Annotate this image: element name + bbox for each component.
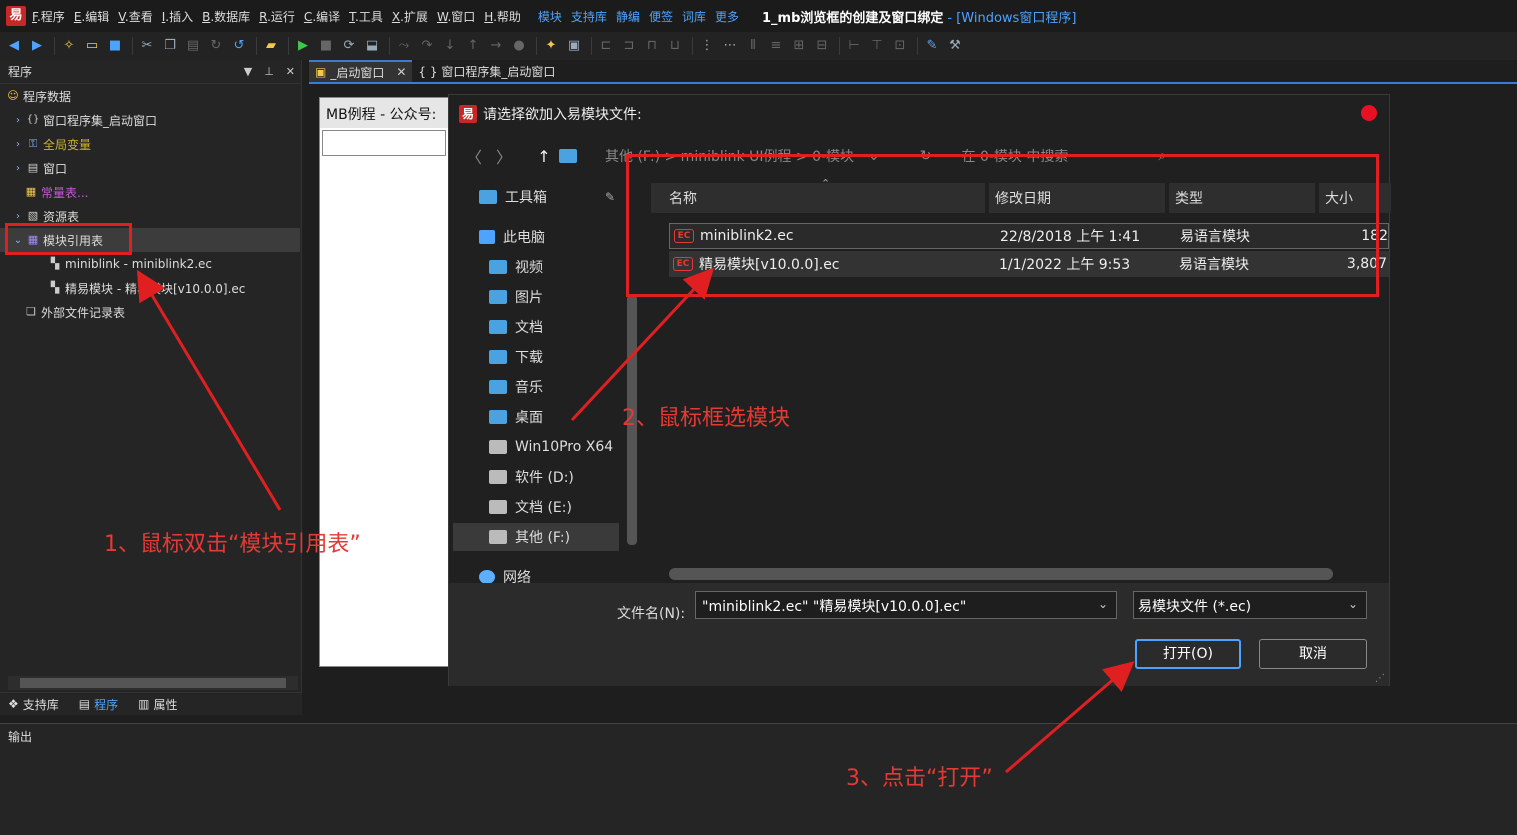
annotation-step-1: 1、鼠标双击“模块引用表” xyxy=(104,532,361,557)
annotation-arrow-3 xyxy=(1005,661,1135,774)
annotation-arrow-1 xyxy=(136,269,282,511)
annotation-step-3: 3、点击“打开” xyxy=(846,766,993,791)
annotation-step-2: 2、鼠标框选模块 xyxy=(622,406,790,431)
annotation-arrow-2 xyxy=(570,267,715,422)
